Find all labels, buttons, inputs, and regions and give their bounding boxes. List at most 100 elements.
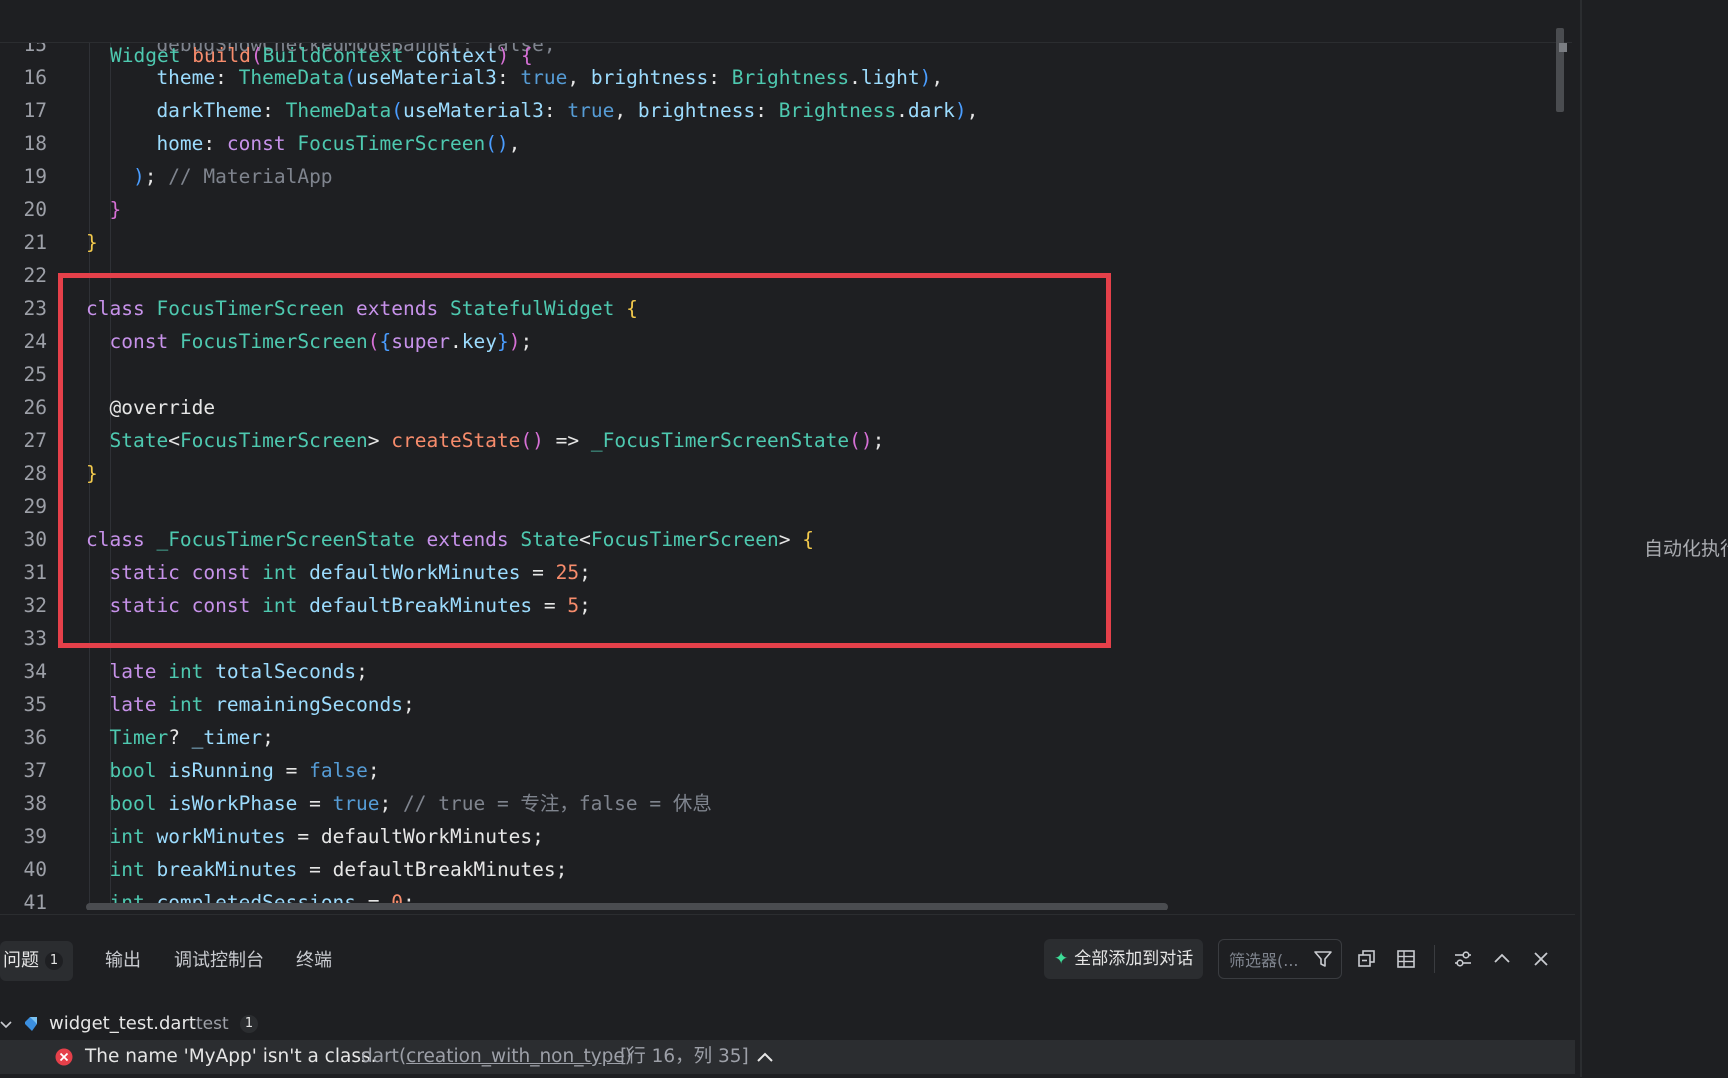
code-token: ( [250,44,263,67]
code-text: int workMinutes = defaultWorkMinutes; [86,820,543,853]
sticky-scroll-header[interactable]: Widget build(BuildContext context) { [0,0,1572,67]
code-token: } [86,198,122,221]
code-token: , [966,99,979,122]
code-token: isRunning [168,759,274,782]
problem-file-folder: test [196,1014,229,1034]
code-token: int [168,693,204,716]
line-number: 29 [23,495,47,518]
sticky-code-text: Widget build(BuildContext context) { [110,39,533,72]
code-text: } [86,226,98,259]
line-number: 28 [23,462,47,485]
tab-problems[interactable]: 问题 1 [0,941,73,981]
add-all-label: 全部添加到对话 [1074,949,1194,969]
code-token: () [485,132,509,155]
code-text: } [86,193,121,226]
code-token: isWorkPhase [168,792,298,815]
filter-field[interactable] [1218,939,1342,979]
code-token: bool [86,759,157,782]
horizontal-scrollbar[interactable] [86,903,1168,910]
code-token: false [309,759,368,782]
code-line[interactable]: 21} [0,226,1540,259]
code-token: ; [379,792,404,815]
code-line[interactable]: 40 int breakMinutes = defaultBreakMinute… [0,853,1540,886]
code-line[interactable]: 19 ); // MaterialApp [0,160,1540,193]
code-token: true [567,99,615,122]
code-token: ; [403,693,415,716]
code-token: remainingSeconds [215,693,404,716]
code-token: = [273,759,310,782]
add-all-to-chat-button[interactable]: ✦ 全部添加到对话 [1044,939,1204,979]
problem-file-row[interactable]: widget_test.dart test 1 [0,1008,1575,1040]
chevron-down-icon[interactable] [0,1019,12,1031]
code-token: : [755,99,779,122]
code-token: ) [919,66,932,89]
code-line[interactable]: 37 bool isRunning = false; [0,754,1540,787]
code-token: bool [86,792,157,815]
problems-count-badge: 1 [45,952,63,970]
code-line[interactable]: 39 int workMinutes = defaultWorkMinutes; [0,820,1540,853]
code-token: BuildContext [262,44,404,67]
code-token: late [86,693,157,716]
panel-settings-icon[interactable] [1452,948,1474,970]
tab-debug-console[interactable]: 调试控制台 [174,941,264,981]
code-token: : [203,132,227,155]
maximize-panel-icon[interactable] [1491,948,1513,970]
code-token: { [509,44,533,67]
right-panel-label[interactable]: 自动化执行 [1644,534,1728,561]
code-text: Timer? _timer; [86,721,273,754]
toolbar-separator [1434,945,1435,973]
code-token: ) [86,165,145,188]
line-number: 20 [23,198,47,221]
code-token: ThemeData [285,99,392,122]
tab-output[interactable]: 输出 [105,941,141,981]
code-token: = [285,825,321,848]
line-number: 31 [23,561,47,584]
line-number: 25 [23,363,47,386]
code-editor[interactable]: Widget build(BuildContext context) { 15 … [0,0,1572,910]
error-code-link[interactable]: creation_with_non_type [406,1046,625,1067]
line-number: 32 [23,594,47,617]
line-number: 36 [23,726,47,749]
code-token: build [192,44,251,67]
code-token: ) [954,99,967,122]
error-icon [55,1048,73,1066]
chevron-up-icon[interactable] [756,1050,774,1064]
problem-error-row[interactable]: The name 'MyApp' isn't a class. dart(cre… [0,1040,1575,1074]
code-token: Widget [110,44,181,67]
filter-icon[interactable] [1313,949,1333,969]
line-number: 27 [23,429,47,452]
problem-file-name: widget_test.dart [49,1013,196,1034]
table-view-icon[interactable] [1395,948,1417,970]
collapse-all-icon[interactable] [1356,948,1378,970]
code-token: _timer [191,726,263,749]
code-line[interactable]: 18 home: const FocusTimerScreen(), [0,127,1540,160]
code-token: : [262,99,286,122]
code-line[interactable]: 36 Timer? _timer; [0,721,1540,754]
close-panel-icon[interactable] [1530,948,1552,970]
code-token: light [860,66,920,89]
code-text: ); // MaterialApp [86,160,333,193]
code-line[interactable]: 17 darkTheme: ThemeData(useMaterial3: tr… [0,94,1540,127]
code-token: Brightness [778,99,897,122]
code-line[interactable]: 35 late int remainingSeconds; [0,688,1540,721]
code-token: ) [497,44,510,67]
tab-terminal[interactable]: 终端 [296,941,332,981]
code-token: , [567,66,591,89]
code-line[interactable]: 38 bool isWorkPhase = true; // true = 专注… [0,787,1540,820]
code-token: int [86,825,145,848]
code-token: int [86,858,145,881]
code-token: ( [391,99,404,122]
line-number: 21 [23,231,47,254]
vertical-scrollbar[interactable] [1556,28,1564,112]
line-number: 22 [23,264,47,287]
code-line[interactable]: 34 late int totalSeconds; [0,655,1540,688]
filter-input[interactable] [1227,948,1313,972]
code-token: FocusTimerScreen [297,132,486,155]
code-line[interactable]: 20 } [0,193,1540,226]
